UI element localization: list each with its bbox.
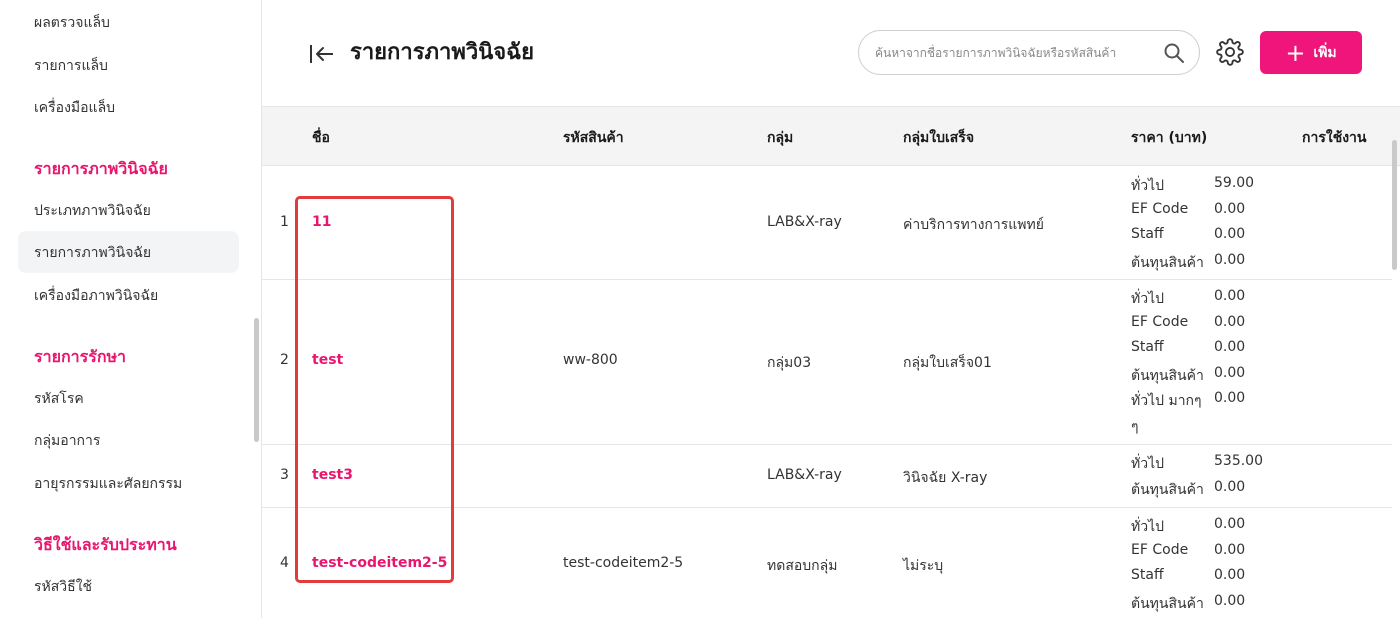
price-label: EF Code xyxy=(1131,313,1189,330)
column-header-receipt-group[interactable]: กลุ่มใบเสร็จ xyxy=(903,127,974,149)
row-code: test-codeitem2-5 xyxy=(563,555,684,571)
price-value: 0.00 xyxy=(1214,592,1246,609)
sidebar-section-usage[interactable]: วิธีใช้และรับประทาน xyxy=(34,533,177,558)
row-receipt-group: ค่าบริการทางการแพทย์ xyxy=(903,217,1044,233)
table-row[interactable]: 1 11 LAB&X-ray ค่าบริการทางการแพทย์ ทั่ว… xyxy=(262,166,1392,280)
row-name-link[interactable]: 11 xyxy=(312,214,331,230)
sidebar-item-imaging-equipment[interactable]: เครื่องมือภาพวินิจฉัย xyxy=(34,285,158,307)
row-group: LAB&X-ray xyxy=(767,467,842,483)
gear-icon[interactable] xyxy=(1216,38,1244,66)
row-receipt-group: กลุ่มใบเสร็จ01 xyxy=(903,355,992,371)
row-number: 1 xyxy=(280,214,289,230)
price-label: ต้นทุนสินค้า xyxy=(1131,481,1204,498)
price-value: 0.00 xyxy=(1214,339,1246,355)
price-value: 0.00 xyxy=(1214,200,1246,217)
price-value: 535.00 xyxy=(1214,453,1263,469)
column-header-usage[interactable]: การใช้งาน xyxy=(1302,127,1366,149)
price-label: Staff xyxy=(1131,226,1164,242)
page-header: รายการภาพวินิจฉัย + เพิ่ม xyxy=(262,0,1400,106)
price-value: 0.00 xyxy=(1214,478,1246,495)
price-label: ทั่วไป xyxy=(1131,178,1165,194)
sidebar: ผลตรวจแล็บ รายการแล็บ เครื่องมือแล็บ ราย… xyxy=(0,0,262,618)
column-header-code[interactable]: รหัสสินค้า xyxy=(563,127,624,149)
column-header-price[interactable]: ราคา (บาท) xyxy=(1131,127,1207,149)
price-label: EF Code xyxy=(1131,200,1189,217)
price-label: ทั่วไป xyxy=(1131,456,1165,472)
price-value: 0.00 xyxy=(1214,313,1246,330)
page-title: รายการภาพวินิจฉัย xyxy=(350,40,535,65)
row-group: LAB&X-ray xyxy=(767,214,842,230)
price-value: 0.00 xyxy=(1214,251,1246,268)
sidebar-section-imaging[interactable]: รายการภาพวินิจฉัย xyxy=(34,157,168,182)
row-number: 2 xyxy=(280,352,289,368)
add-button[interactable]: + เพิ่ม xyxy=(1260,31,1362,74)
sidebar-scrollbar[interactable] xyxy=(254,318,259,442)
sidebar-item-lab-equipment[interactable]: เครื่องมือแล็บ xyxy=(34,97,115,119)
table-header: ชื่อ รหัสสินค้า กลุ่ม กลุ่มใบเสร็จ ราคา … xyxy=(262,106,1400,166)
sidebar-item-lab-results[interactable]: ผลตรวจแล็บ xyxy=(34,12,110,34)
price-value: 0.00 xyxy=(1214,516,1246,532)
sidebar-item-disease-codes[interactable]: รหัสโรค xyxy=(34,388,84,410)
sidebar-item-imaging-types[interactable]: ประเภทภาพวินิจฉัย xyxy=(34,200,151,222)
price-label: ต้นทุนสินค้า xyxy=(1131,254,1204,271)
sidebar-item-imaging-list[interactable]: รายการภาพวินิจฉัย xyxy=(34,242,151,264)
row-group: กลุ่ม03 xyxy=(767,355,812,371)
search-icon[interactable] xyxy=(1163,42,1185,64)
sidebar-section-treatment[interactable]: รายการรักษา xyxy=(34,345,126,370)
sidebar-item-medicine-surgery[interactable]: อายุรกรรมและศัลยกรรม xyxy=(34,473,182,495)
search-box[interactable] xyxy=(858,30,1200,75)
row-name-link[interactable]: test xyxy=(312,352,343,368)
price-value: 0.00 xyxy=(1214,541,1246,558)
price-label: EF Code xyxy=(1131,541,1189,558)
row-name-link[interactable]: test3 xyxy=(312,467,353,483)
row-name-link[interactable]: test-codeitem2-5 xyxy=(312,555,447,571)
search-input[interactable] xyxy=(875,41,1160,65)
price-label: ทั่วไป มากๆ xyxy=(1131,393,1202,409)
price-value: 0.00 xyxy=(1214,567,1246,583)
price-value: 0.00 xyxy=(1214,390,1246,406)
price-label: ทั่วไป xyxy=(1131,519,1165,535)
column-header-name[interactable]: ชื่อ xyxy=(312,127,330,149)
price-value: 0.00 xyxy=(1214,288,1246,304)
price-label: ต้นทุนสินค้า xyxy=(1131,595,1204,612)
price-label: ๆ xyxy=(1131,418,1139,435)
table-row[interactable]: 4 test-codeitem2-5 test-codeitem2-5 ทดสอ… xyxy=(262,508,1392,618)
row-receipt-group: วินิจฉัย X-ray xyxy=(903,470,988,486)
sidebar-item-lab-list[interactable]: รายการแล็บ xyxy=(34,55,108,77)
table-row[interactable]: 3 test3 LAB&X-ray วินิจฉัย X-ray ทั่วไป 5… xyxy=(262,445,1392,508)
row-group: ทดสอบกลุ่ม xyxy=(767,558,838,574)
row-code: ww-800 xyxy=(563,352,618,368)
collapse-back-icon[interactable] xyxy=(308,40,336,68)
price-label: Staff xyxy=(1131,339,1164,355)
column-header-group[interactable]: กลุ่ม xyxy=(767,127,793,149)
price-label: ต้นทุนสินค้า xyxy=(1131,367,1204,384)
table-scrollbar[interactable] xyxy=(1392,140,1397,270)
sidebar-item-usage-codes[interactable]: รหัสวิธีใช้ xyxy=(34,576,92,598)
sidebar-item-symptom-groups[interactable]: กลุ่มอาการ xyxy=(34,430,100,452)
price-value: 0.00 xyxy=(1214,364,1246,381)
add-button-label: เพิ่ม xyxy=(1313,44,1337,61)
price-label: ทั่วไป xyxy=(1131,291,1165,307)
price-value: 0.00 xyxy=(1214,226,1246,242)
row-number: 4 xyxy=(280,555,289,571)
row-receipt-group: ไม่ระบุ xyxy=(903,558,944,574)
plus-icon: + xyxy=(1285,38,1306,67)
row-number: 3 xyxy=(280,467,289,483)
price-value: 59.00 xyxy=(1214,175,1255,191)
table-row[interactable]: 2 test ww-800 กลุ่ม03 กลุ่มใบเสร็จ01 ทั่… xyxy=(262,280,1392,445)
price-label: Staff xyxy=(1131,567,1164,583)
